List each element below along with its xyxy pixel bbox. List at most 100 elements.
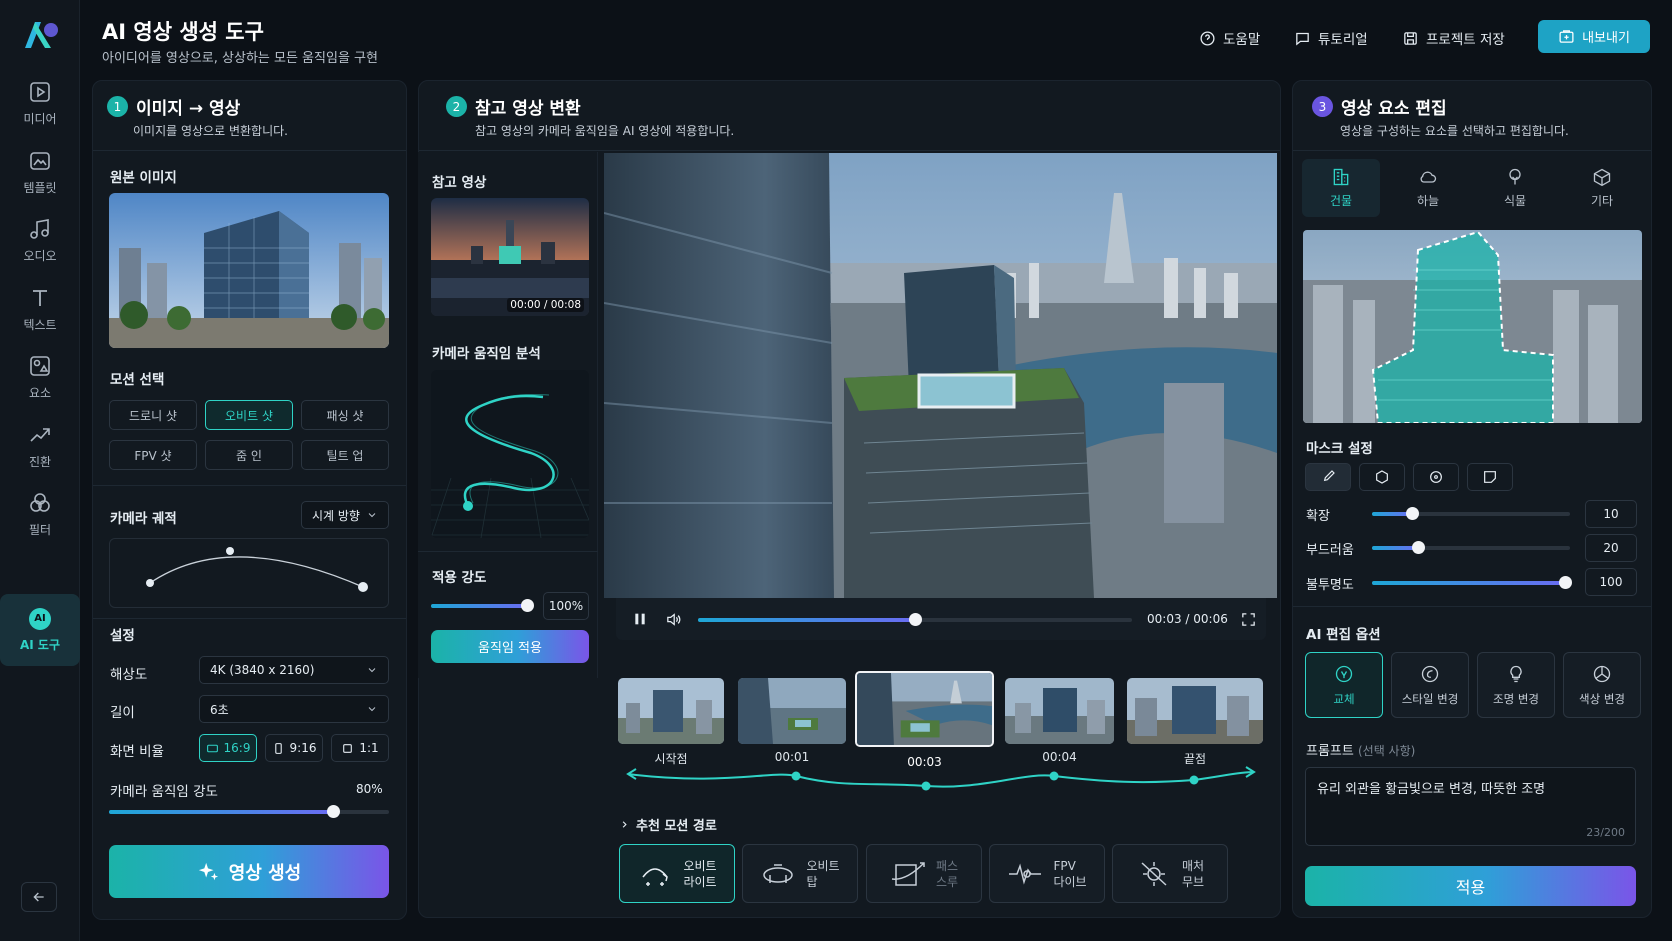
progress-handle[interactable] — [909, 613, 922, 626]
slider-handle[interactable] — [1559, 576, 1572, 589]
camera-intensity-slider[interactable] — [109, 805, 389, 818]
reference-video-time: 00:00 / 00:08 — [507, 298, 584, 312]
tab-plant[interactable]: 식물 — [1476, 159, 1554, 217]
tab-label: 기타 — [1590, 194, 1614, 208]
prompt-optional: (선택 사항) — [1357, 744, 1416, 758]
motion-path-timeline[interactable] — [624, 762, 1258, 792]
ai-option-label: 색상 변경 — [1579, 691, 1625, 706]
expand-slider[interactable] — [1372, 507, 1570, 520]
motion-option-orbit[interactable]: 오비트 샷 — [205, 400, 293, 430]
strength-label: 적용 강도 — [432, 570, 487, 586]
help-button[interactable]: 도움말 — [1199, 24, 1260, 52]
resolution-select[interactable]: 4K (3840 x 2160) — [199, 656, 389, 684]
shape-tool[interactable] — [1467, 463, 1513, 491]
video-time: 00:03 / 00:06 — [1147, 612, 1228, 626]
sidebar-item-template[interactable]: 템플릿 — [4, 139, 76, 205]
ai-option-style[interactable]: 스타일 변경 — [1391, 652, 1469, 718]
ai-option-lighting[interactable]: 조명 변경 — [1477, 652, 1555, 718]
sidebar-item-ai-tools[interactable]: AI AI 도구 — [0, 594, 80, 666]
sidebar-item-filter[interactable]: 필터 — [4, 481, 76, 547]
volume-button[interactable] — [665, 611, 682, 632]
motion-card-orbit-top[interactable]: 오비트 탑 — [742, 844, 858, 903]
polygon-tool[interactable] — [1359, 463, 1405, 491]
sidebar-item-media[interactable]: 미디어 — [4, 70, 76, 136]
trajectory-preview[interactable] — [109, 538, 389, 608]
recommend-label: 추천 모션 경로 — [636, 819, 717, 834]
mask-preview-image[interactable] — [1303, 230, 1642, 423]
reference-video-thumbnail[interactable]: 00:00 / 00:08 — [431, 198, 589, 316]
timeline-frame[interactable] — [618, 678, 724, 744]
filter-icon — [30, 492, 50, 512]
timeline-frame[interactable] — [1127, 678, 1263, 744]
brush-tool[interactable] — [1305, 463, 1351, 491]
ai-option-color[interactable]: 색상 변경 — [1563, 652, 1641, 718]
trajectory-direction-select[interactable]: 시계 방향 — [301, 501, 389, 529]
export-button[interactable]: 내보내기 — [1538, 20, 1650, 53]
strength-value[interactable]: 100% — [543, 592, 589, 620]
save-project-button[interactable]: 프로젝트 저장 — [1402, 24, 1505, 52]
circle-tool[interactable] — [1413, 463, 1459, 491]
prompt-char-count: 23/200 — [1586, 826, 1625, 839]
motion-option-passing[interactable]: 패싱 샷 — [301, 400, 389, 430]
slider-handle[interactable] — [1411, 541, 1425, 554]
slider-handle[interactable] — [521, 599, 534, 612]
slider-handle[interactable] — [327, 805, 340, 818]
motion-card-pass-through[interactable]: 패스 스루 — [866, 844, 982, 903]
motion-select-label: 모션 선택 — [110, 372, 165, 388]
expand-value[interactable]: 10 — [1585, 500, 1637, 528]
step-number: 3 — [1312, 96, 1333, 117]
pause-button[interactable] — [632, 611, 648, 631]
fullscreen-button[interactable] — [1240, 611, 1257, 632]
apply-edit-button[interactable]: 적용 — [1305, 866, 1636, 906]
app-logo[interactable] — [21, 18, 59, 52]
apply-motion-button[interactable]: 움직임 적용 — [431, 630, 589, 663]
panel1-title-text: 이미지 → 영상 — [136, 99, 241, 119]
softness-value[interactable]: 20 — [1585, 534, 1637, 562]
motion-card-line2: 탑 — [806, 874, 818, 889]
tab-sky[interactable]: 하늘 — [1389, 159, 1467, 217]
sidebar-item-element[interactable]: 요소 — [4, 344, 76, 410]
motion-option-drone[interactable]: 드로니 샷 — [109, 400, 197, 430]
motion-option-zoom-in[interactable]: 줌 인 — [205, 440, 293, 470]
motion-card-fpv-dive[interactable]: FPV 다이브 — [989, 844, 1105, 903]
softness-slider[interactable] — [1372, 541, 1570, 554]
timeline-frame[interactable] — [738, 678, 846, 744]
tutorial-button[interactable]: 튜토리얼 — [1294, 24, 1368, 52]
length-select[interactable]: 6초 — [199, 695, 389, 723]
recommend-section-toggle[interactable]: 추천 모션 경로 — [619, 815, 717, 834]
timeline-frame-selected[interactable] — [855, 671, 994, 747]
collapse-sidebar-button[interactable] — [21, 882, 57, 912]
tab-building[interactable]: 건물 — [1302, 159, 1380, 217]
motion-option-tilt-up[interactable]: 틸트 업 — [301, 440, 389, 470]
ai-option-replace[interactable]: 교체 — [1305, 652, 1383, 718]
video-preview[interactable] — [604, 153, 1277, 598]
prompt-textarea[interactable]: 유리 외관을 황금빛으로 변경, 따뜻한 조명 23/200 — [1305, 767, 1636, 846]
motion-option-fpv[interactable]: FPV 샷 — [109, 440, 197, 470]
palette-icon — [1593, 665, 1611, 682]
opacity-value[interactable]: 100 — [1585, 568, 1637, 596]
panel1-desc: 이미지를 영상으로 변환합니다. — [133, 124, 288, 138]
motion-card-orbit-right[interactable]: 오비트 라이트 — [619, 844, 735, 903]
box-icon — [1593, 168, 1611, 187]
source-image[interactable] — [109, 193, 389, 348]
strength-slider[interactable] — [431, 599, 534, 612]
ratio-16-9[interactable]: 16:9 — [199, 734, 257, 762]
timeline-frame[interactable] — [1005, 678, 1114, 744]
camera-motion-analysis — [431, 370, 589, 538]
tab-other[interactable]: 기타 — [1563, 159, 1641, 217]
ratio-9-16[interactable]: 9:16 — [265, 734, 323, 762]
motion-card-line2: 다이브 — [1053, 874, 1087, 889]
length-label: 길이 — [110, 705, 135, 721]
slider-handle[interactable] — [1405, 507, 1419, 520]
generate-video-button[interactable]: 영상 생성 — [109, 845, 389, 898]
motion-card-line1: 오비트 — [683, 858, 717, 873]
sidebar-item-text[interactable]: 텍스트 — [4, 276, 76, 342]
motion-card-matcher-move[interactable]: 매처 무브 — [1112, 844, 1228, 903]
opacity-slider[interactable] — [1372, 576, 1572, 589]
sidebar-item-transition[interactable]: 진환 — [4, 413, 76, 479]
panel1-title: 1 이미지 → 영상 — [107, 94, 240, 119]
ratio-1-1[interactable]: 1:1 — [331, 734, 389, 762]
video-progress-bar[interactable] — [698, 613, 1132, 626]
replace-icon — [1335, 665, 1353, 682]
sidebar-item-audio[interactable]: 오디오 — [4, 207, 76, 273]
